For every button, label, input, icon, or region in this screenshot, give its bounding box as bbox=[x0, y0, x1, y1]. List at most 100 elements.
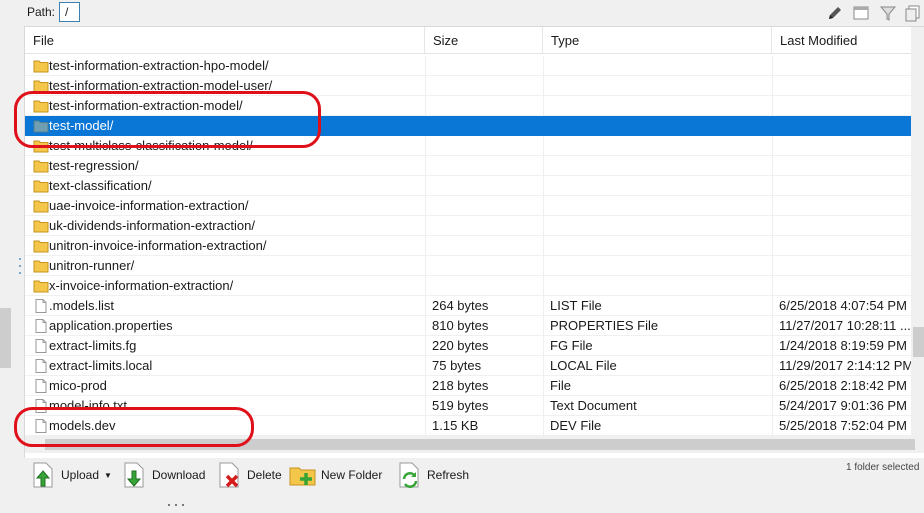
file-name-cell: text-classification/ bbox=[29, 176, 427, 196]
folder-icon bbox=[33, 180, 49, 193]
column-size[interactable]: Size bbox=[425, 27, 543, 54]
folder-icon bbox=[33, 240, 49, 253]
new-folder-label: New Folder bbox=[321, 468, 383, 482]
file-type-cell: File bbox=[550, 378, 571, 393]
folder-icon bbox=[33, 280, 49, 293]
file-size-cell bbox=[432, 216, 544, 236]
folder-icon bbox=[33, 60, 49, 73]
delete-button[interactable]: Delete bbox=[214, 458, 282, 492]
upload-button[interactable]: Upload ▼ bbox=[28, 458, 112, 492]
last-modified-cell bbox=[779, 56, 911, 76]
file-name-cell: test-model/ bbox=[29, 116, 427, 136]
folder-row[interactable]: uae-invoice-information-extraction/ bbox=[25, 196, 911, 216]
file-type-cell bbox=[550, 56, 774, 76]
horizontal-scrollbar-thumb[interactable] bbox=[45, 439, 915, 450]
pencil-icon[interactable] bbox=[826, 4, 844, 22]
file-name: text-classification/ bbox=[49, 178, 152, 193]
column-file[interactable]: File bbox=[25, 27, 425, 54]
file-name-cell: extract-limits.local bbox=[29, 356, 427, 376]
vertical-scrollbar-thumb[interactable] bbox=[913, 327, 924, 357]
file-size-cell bbox=[432, 176, 544, 196]
splitter-grip[interactable] bbox=[19, 258, 22, 292]
file-row[interactable]: application.properties 810 bytes PROPERTIE… bbox=[25, 316, 911, 336]
copy-icon[interactable] bbox=[904, 4, 922, 22]
file-name: test-model/ bbox=[49, 118, 114, 133]
column-last-modified[interactable]: Last Modified bbox=[772, 27, 924, 54]
folder-row[interactable]: x-invoice-information-extraction/ bbox=[25, 276, 911, 296]
folder-row[interactable]: test-multiclass-classification-model/ bbox=[25, 136, 911, 156]
upload-icon bbox=[33, 462, 53, 488]
path-bar: Path: / bbox=[0, 0, 924, 26]
file-icon bbox=[35, 359, 47, 373]
delete-label: Delete bbox=[247, 468, 282, 482]
file-size-cell: 75 bytes bbox=[432, 358, 482, 373]
file-name-cell: test-information-extraction-model-user/ bbox=[29, 76, 427, 96]
file-size-cell bbox=[432, 256, 544, 276]
last-modified-cell: 5/25/2018 7:52:04 PM bbox=[779, 418, 907, 433]
refresh-icon bbox=[399, 462, 419, 488]
last-modified-cell bbox=[779, 96, 911, 116]
new-folder-button[interactable]: New Folder bbox=[288, 458, 382, 492]
file-type-cell bbox=[550, 156, 774, 176]
file-type-cell bbox=[550, 196, 774, 216]
file-row[interactable]: .models.list 264 bytes LIST File 6/25/2018 … bbox=[25, 296, 911, 316]
file-name: application.properties bbox=[49, 318, 173, 333]
left-scrollbar-thumb[interactable] bbox=[0, 308, 11, 368]
file-row[interactable]: extract-limits.local 75 bytes LOCAL File 11… bbox=[25, 356, 911, 376]
filter-icon[interactable] bbox=[879, 4, 897, 22]
folder-row[interactable]: test-information-extraction-model-user/ bbox=[25, 76, 911, 96]
file-name-cell: application.properties bbox=[29, 316, 427, 336]
file-name: .models.list bbox=[49, 298, 115, 313]
folder-row[interactable]: test-regression/ bbox=[25, 156, 911, 176]
window-icon[interactable] bbox=[852, 4, 870, 22]
file-size-cell bbox=[432, 236, 544, 256]
status-text: 1 folder selected bbox=[846, 462, 920, 473]
file-type-cell bbox=[550, 116, 774, 136]
file-icon bbox=[35, 419, 47, 433]
panel-grip[interactable] bbox=[168, 494, 198, 506]
file-type-cell bbox=[550, 176, 774, 196]
file-name: unitron-runner/ bbox=[49, 258, 135, 273]
file-name: extract-limits.local bbox=[49, 358, 153, 373]
folder-row[interactable]: test-information-extraction-model/ bbox=[25, 96, 911, 116]
file-type-cell bbox=[550, 76, 774, 96]
folder-row[interactable]: unitron-invoice-information-extraction/ bbox=[25, 236, 911, 256]
last-modified-cell: 5/24/2017 9:01:36 PM bbox=[779, 398, 907, 413]
file-name: models.dev bbox=[49, 418, 116, 433]
file-type-cell: PROPERTIES File bbox=[550, 318, 659, 333]
horizontal-scrollbar[interactable] bbox=[25, 436, 924, 453]
folder-row[interactable]: unitron-runner/ bbox=[25, 256, 911, 276]
refresh-button[interactable]: Refresh bbox=[394, 458, 469, 492]
left-pane-edge bbox=[0, 26, 24, 488]
file-row[interactable]: extract-limits.fg 220 bytes FG File 1/24/20… bbox=[25, 336, 911, 356]
last-modified-cell bbox=[779, 236, 911, 256]
file-size-cell bbox=[432, 276, 544, 296]
column-type[interactable]: Type bbox=[543, 27, 772, 54]
file-type-cell: LOCAL File bbox=[550, 358, 617, 373]
file-name-cell: extract-limits.fg bbox=[29, 336, 427, 356]
path-input[interactable]: / bbox=[59, 2, 80, 22]
folder-row[interactable]: uk-dividends-information-extraction/ bbox=[25, 216, 911, 236]
file-row[interactable]: models.dev 1.15 KB DEV File 5/25/2018 7:52:… bbox=[25, 416, 911, 436]
file-list: File Size Type Last Modified test-inform… bbox=[24, 26, 924, 458]
folder-row[interactable]: text-classification/ bbox=[25, 176, 911, 196]
file-icon bbox=[35, 399, 47, 413]
file-name-cell: uk-dividends-information-extraction/ bbox=[29, 216, 427, 236]
file-row[interactable]: mico-prod 218 bytes File 6/25/2018 2:18:42 … bbox=[25, 376, 911, 396]
file-name: test-information-extraction-hpo-model/ bbox=[49, 58, 269, 73]
dropdown-arrow-icon[interactable]: ▼ bbox=[104, 471, 112, 480]
last-modified-cell bbox=[779, 136, 911, 156]
file-name: x-invoice-information-extraction/ bbox=[49, 278, 234, 293]
folder-row[interactable]: test-information-extraction-hpo-model/ bbox=[25, 56, 911, 76]
last-modified-cell: 6/25/2018 4:07:54 PM bbox=[779, 298, 907, 313]
file-size-cell bbox=[432, 56, 544, 76]
file-name: test-information-extraction-model/ bbox=[49, 98, 243, 113]
folder-row[interactable]: test-model/ bbox=[25, 116, 911, 136]
file-row[interactable]: model-info.txt 519 bytes Text Document 5/24… bbox=[25, 396, 911, 416]
file-name: test-information-extraction-model-user/ bbox=[49, 78, 273, 93]
vertical-scrollbar[interactable] bbox=[911, 27, 924, 437]
last-modified-cell bbox=[779, 176, 911, 196]
file-size-cell bbox=[432, 116, 544, 136]
download-button[interactable]: Download bbox=[119, 458, 205, 492]
last-modified-cell bbox=[779, 116, 911, 136]
